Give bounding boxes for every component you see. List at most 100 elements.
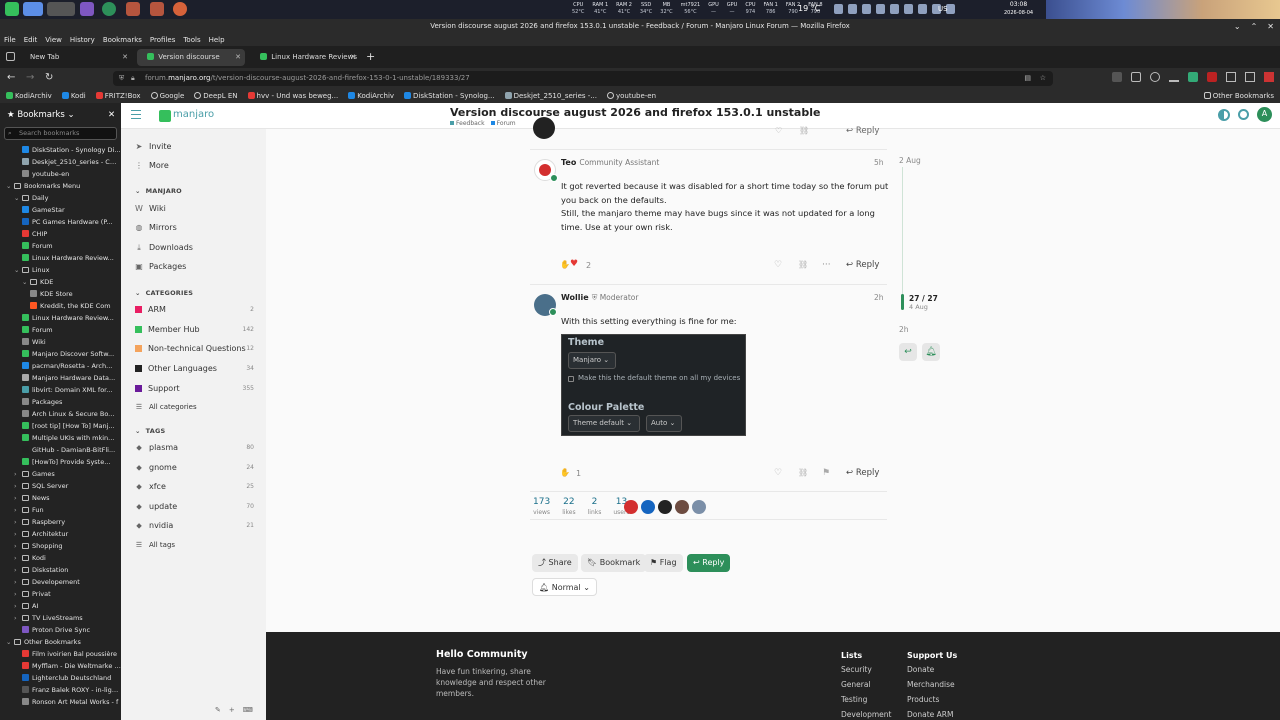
bookmark-item[interactable]: Linux Hardware Review... <box>0 252 121 264</box>
flag-extension-icon[interactable] <box>1264 72 1274 82</box>
chevron-right-icon[interactable]: › <box>14 504 22 516</box>
sidebar-item-downloads[interactable]: ⤓ Downloads <box>135 241 193 255</box>
bookmark-folder[interactable]: › Developement <box>0 576 121 588</box>
bookmark-folder[interactable]: › SQL Server <box>0 480 121 492</box>
bookmark-folder[interactable]: › Diskstation <box>0 564 121 576</box>
reload-icon[interactable]: ↻ <box>45 72 53 84</box>
breadcrumb-feedback[interactable]: Feedback <box>450 120 485 127</box>
post-author[interactable]: Teo Community Assistant <box>561 158 659 167</box>
other-bookmarks-folder[interactable]: Other Bookmarks <box>1203 89 1274 103</box>
bookmark-item[interactable]: Deskjet_2510_series - CUP... <box>0 156 121 168</box>
bookmarks-search-input[interactable]: ⌕ Search bookmarks <box>4 127 117 140</box>
chevron-right-icon[interactable]: › <box>14 612 22 624</box>
tab-forum-topic[interactable]: Version discourse august 2 ✕ <box>137 49 245 78</box>
manjaro-menu-icon[interactable] <box>5 2 19 16</box>
chevron-right-icon[interactable]: › <box>14 468 22 480</box>
menu-help[interactable]: Help <box>209 34 225 46</box>
manjaro-logo-icon[interactable] <box>159 110 171 122</box>
sidebar-category[interactable]: Member Hub <box>135 323 200 337</box>
post-author[interactable]: Wollie ⛨ Moderator <box>561 293 638 303</box>
settings-screenshot-image[interactable]: Theme Manjaro ⌄ Make this the default th… <box>561 334 746 436</box>
theme-toggle-icon[interactable] <box>1218 109 1230 121</box>
bookmark-item[interactable]: KDE Store <box>0 288 121 300</box>
sidebar-toggle-icon[interactable] <box>6 52 15 61</box>
avatar[interactable] <box>658 500 672 514</box>
heart-icon[interactable]: ♡ <box>774 260 782 270</box>
chevron-down-icon[interactable]: ⌄ <box>14 192 22 204</box>
bookmark-item[interactable]: Multiple UKIs with mkin... <box>0 432 121 444</box>
bookmark-folder[interactable]: › Raspberry <box>0 516 121 528</box>
footer-link-donate[interactable]: Donate <box>907 665 934 674</box>
chevron-down-icon[interactable]: ⌄ <box>14 264 22 276</box>
bookmark-hvv[interactable]: hvv - Und was beweg... <box>247 89 338 103</box>
timeline-handle[interactable] <box>901 294 904 310</box>
bookmark-folder[interactable]: › AI <box>0 600 121 612</box>
bookmark-folder[interactable]: › Architektur <box>0 528 121 540</box>
bookmark-item[interactable]: Film ivoirien Bal poussière <box>0 648 121 660</box>
menu-view[interactable]: View <box>45 34 62 46</box>
timeline-notification-button[interactable]: 🔔︎ <box>922 343 940 361</box>
chevron-right-icon[interactable]: › <box>14 516 22 528</box>
bookmark-folder[interactable]: › Games <box>0 468 121 480</box>
bookmark-item[interactable]: Manjaro Discover Softw... <box>0 348 121 360</box>
sidebar-item-wiki[interactable]: W Wiki <box>135 202 166 216</box>
chevron-right-icon[interactable]: › <box>14 528 22 540</box>
terminal-app-icon[interactable] <box>47 2 75 16</box>
timeline-start-date[interactable]: 2 Aug <box>899 156 921 165</box>
avatar[interactable] <box>534 294 557 316</box>
bookmark-button[interactable]: 🔖︎ Bookmark <box>581 554 647 572</box>
menu-profiles[interactable]: Profiles <box>150 34 175 46</box>
sidebar-item-more[interactable]: ⋮ More <box>135 159 169 173</box>
chevron-down-icon[interactable]: ⌄ <box>6 636 14 648</box>
heart-icon[interactable]: ♡ <box>775 126 782 135</box>
sidebar-tag[interactable]: ⬥ plasma <box>135 441 178 455</box>
sidebar-section-tags[interactable]: ⌄ TAGS <box>135 427 165 435</box>
reply-button[interactable]: ↩ Reply <box>846 260 879 270</box>
footer-link-testing[interactable]: Testing <box>841 695 867 704</box>
heart-icon[interactable]: ♡ <box>774 468 782 478</box>
bookmark-youtube-en[interactable]: youtube-en <box>606 89 656 103</box>
tools-icon[interactable] <box>1226 72 1236 82</box>
reaction-count[interactable]: 2 <box>586 261 591 270</box>
bookmark-fritzbox[interactable]: FRITZ!Box <box>95 89 141 103</box>
bookmark-item[interactable]: youtube-en <box>0 168 121 180</box>
shield-icon[interactable]: ⛨ <box>119 71 124 86</box>
sidebar-tag[interactable]: ⬥ xfce <box>135 480 166 494</box>
topic-title[interactable]: Version discourse august 2026 and firefo… <box>450 106 820 119</box>
chevron-down-icon[interactable]: ⌄ <box>22 276 30 288</box>
heart-reaction-icon[interactable]: ♥ <box>570 259 578 269</box>
link-icon[interactable]: ⛓ <box>799 126 809 135</box>
bookmark-item[interactable]: Kreddit, the KDE Com <box>0 300 121 312</box>
sidebar-category[interactable]: Non-technical Questions <box>135 342 246 356</box>
footer-link-merchandise[interactable]: Merchandise <box>907 680 955 689</box>
tab-new-tab[interactable]: New Tab ✕ <box>20 49 132 66</box>
link-icon[interactable]: ⛓ <box>798 260 808 269</box>
tray-icon[interactable] <box>834 4 843 14</box>
post-time[interactable]: 5h <box>874 158 884 167</box>
download-icon[interactable] <box>1169 72 1179 82</box>
bookmark-folder[interactable]: ⌄ Other Bookmarks <box>0 636 121 648</box>
footer-link-development[interactable]: Development <box>841 710 892 719</box>
bookmark-item[interactable]: DiskStation - Synology Dis... <box>0 144 121 156</box>
footer-link-security[interactable]: Security <box>841 665 872 674</box>
topic-reply-button[interactable]: ↩ Reply <box>687 554 731 572</box>
bookmark-folder[interactable]: › Shopping <box>0 540 121 552</box>
pocket-icon[interactable] <box>1131 72 1141 82</box>
notification-level-button[interactable]: 🔔︎ Normal ⌄ <box>532 578 597 596</box>
reply-button[interactable]: ↩ Reply <box>846 468 879 478</box>
footer-link-products[interactable]: Products <box>907 695 939 704</box>
footer-link-general[interactable]: General <box>841 680 871 689</box>
bookmark-item[interactable]: Wiki <box>0 336 121 348</box>
forward-icon[interactable]: → <box>26 72 34 84</box>
bookmark-deskjet[interactable]: Deskjet_2510_series -... <box>504 89 597 103</box>
flag-button[interactable]: ⚑ Flag <box>644 554 683 572</box>
timeline-end-date[interactable]: 2h <box>899 325 909 334</box>
bookmark-google[interactable]: Google <box>150 89 184 103</box>
sidebar-item-mirrors[interactable]: ◍ Mirrors <box>135 221 177 235</box>
reaction-count[interactable]: 1 <box>576 469 581 478</box>
bookmark-item[interactable]: Proton Drive Sync <box>0 624 121 636</box>
tab-close-icon[interactable]: ✕ <box>122 49 128 66</box>
sidebar-tag[interactable]: ⬥ nvidia <box>135 519 173 533</box>
sidebar-item-all-categories[interactable]: ☰ All categories <box>135 400 197 414</box>
bookmark-item[interactable]: Forum <box>0 240 121 252</box>
